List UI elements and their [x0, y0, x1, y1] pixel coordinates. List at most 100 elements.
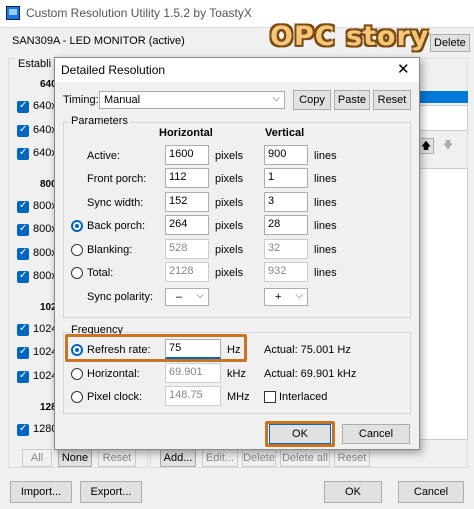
checkbox[interactable] — [17, 223, 29, 236]
h-polarity-value: – — [176, 291, 183, 303]
v-polarity-dropdown[interactable]: + ⌵ — [264, 288, 308, 306]
copy-button[interactable]: Copy — [293, 90, 331, 110]
monitor-selector[interactable]: SAN309A - LED MONITOR (active) — [12, 35, 185, 47]
horizontal-freq-input[interactable]: 69.901 — [165, 363, 221, 383]
v-total-input[interactable]: 932 — [264, 262, 308, 282]
unit-label: kHz — [227, 368, 246, 380]
select-none-button[interactable]: None — [58, 449, 92, 467]
vertical-header: Vertical — [265, 127, 305, 139]
horizontal-header: Horizontal — [159, 127, 213, 139]
pixel-clock-input[interactable]: 148.75 — [165, 386, 221, 406]
total-label: Total: — [87, 267, 114, 279]
horizontal-freq-radio[interactable] — [71, 368, 83, 380]
v-polarity-value: + — [275, 291, 282, 303]
unit-label: pixels — [215, 150, 244, 162]
select-all-button[interactable]: All — [22, 449, 52, 467]
back-porch-label: Back porch: — [87, 220, 146, 232]
h-active-input[interactable]: 1600 — [165, 145, 209, 165]
checkbox[interactable] — [17, 270, 29, 283]
export-button[interactable]: Export... — [80, 481, 142, 503]
h-blanking-input[interactable]: 528 — [165, 239, 209, 259]
interlaced-checkbox[interactable] — [264, 391, 276, 403]
checkbox[interactable] — [17, 346, 29, 359]
unit-label: MHz — [227, 391, 250, 403]
sync-width-label: Sync width: — [87, 197, 144, 209]
interlaced-label: Interlaced — [279, 391, 328, 403]
close-icon[interactable]: ✕ — [397, 60, 410, 78]
chevron-down-icon: ⌵ — [196, 290, 204, 301]
unit-label: pixels — [215, 220, 244, 232]
main-ok-button[interactable]: OK — [324, 481, 382, 503]
horizontal-freq-label: Horizontal: — [87, 368, 140, 380]
active-label: Active: — [87, 150, 121, 162]
checkbox[interactable] — [17, 323, 29, 336]
edit-button[interactable]: Edit... — [202, 449, 238, 467]
delete-monitor-button[interactable]: Delete — [430, 34, 470, 52]
sync-polarity-label: Sync polarity: — [87, 291, 154, 303]
detailed-resolution-dialog: Detailed Resolution ✕ Timing: Manual ⌵ C… — [54, 57, 420, 450]
v-active-input[interactable]: 900 — [264, 145, 308, 165]
dialog-ok-button[interactable]: OK — [269, 424, 331, 444]
reset-right-button[interactable]: Reset — [334, 449, 370, 467]
import-button[interactable]: Import... — [10, 481, 72, 503]
unit-label: Hz — [227, 344, 241, 356]
checkbox[interactable] — [17, 100, 29, 113]
unit-label: lines — [314, 220, 337, 232]
parameters-label: Parameters — [69, 115, 130, 127]
blanking-radio[interactable] — [71, 244, 83, 256]
chevron-down-icon: ⌵ — [272, 93, 280, 104]
refresh-rate-radio[interactable] — [71, 344, 83, 356]
unit-label: lines — [314, 173, 337, 185]
timing-dropdown[interactable]: Manual ⌵ — [99, 91, 285, 109]
list-area-2 — [418, 168, 468, 440]
refresh-rate-label: Refresh rate: — [87, 344, 151, 356]
checkbox[interactable] — [17, 200, 29, 213]
refresh-rate-input[interactable]: 75 — [165, 339, 221, 359]
list-area — [418, 105, 468, 131]
app-icon — [6, 6, 20, 20]
checkbox[interactable] — [17, 147, 29, 160]
timing-label: Timing: — [63, 94, 99, 106]
pixel-clock-radio[interactable] — [71, 391, 83, 403]
unit-label: pixels — [215, 197, 244, 209]
unit-label: lines — [314, 150, 337, 162]
v-sync-width-input[interactable]: 3 — [264, 192, 308, 212]
refresh-actual: Actual: 75.001 Hz — [264, 344, 351, 356]
h-total-input[interactable]: 2128 — [165, 262, 209, 282]
established-group-label: Establi — [16, 58, 54, 70]
v-front-porch-input[interactable]: 1 — [264, 168, 308, 188]
dialog-cancel-button[interactable]: Cancel — [342, 424, 410, 444]
back-porch-radio[interactable] — [71, 220, 83, 232]
delete-button[interactable]: Delete — [242, 449, 276, 467]
watermark: OPC story — [270, 21, 430, 52]
checkbox[interactable] — [17, 423, 29, 436]
main-cancel-button[interactable]: Cancel — [398, 481, 464, 503]
dialog-title: Detailed Resolution — [61, 63, 166, 77]
checkbox[interactable] — [17, 124, 29, 137]
blanking-label: Blanking: — [87, 244, 133, 256]
selected-row-highlight — [418, 91, 468, 103]
v-back-porch-input[interactable]: 28 — [264, 215, 308, 235]
unit-label: pixels — [215, 173, 244, 185]
h-sync-width-input[interactable]: 152 — [165, 192, 209, 212]
add-button[interactable]: Add... — [160, 449, 196, 467]
move-up-button[interactable]: 🡅 — [418, 138, 434, 154]
checkbox[interactable] — [17, 370, 29, 383]
window-title: Custom Resolution Utility 1.5.2 by Toast… — [26, 6, 252, 20]
checkbox[interactable] — [17, 247, 29, 260]
horizontal-freq-actual: Actual: 69.901 kHz — [264, 368, 357, 380]
unit-label: pixels — [215, 244, 244, 256]
reset-button[interactable]: Reset — [373, 90, 411, 110]
timing-value: Manual — [104, 94, 141, 106]
delete-all-button[interactable]: Delete all — [280, 449, 330, 467]
total-radio[interactable] — [71, 267, 83, 279]
h-polarity-dropdown[interactable]: – ⌵ — [165, 288, 209, 306]
paste-button[interactable]: Paste — [334, 90, 370, 110]
unit-label: lines — [314, 267, 337, 279]
h-back-porch-input[interactable]: 264 — [165, 215, 209, 235]
move-down-button[interactable]: 🡇 — [440, 138, 456, 154]
h-front-porch-input[interactable]: 112 — [165, 168, 209, 188]
front-porch-label: Front porch: — [87, 173, 147, 185]
v-blanking-input[interactable]: 32 — [264, 239, 308, 259]
reset-left-button[interactable]: Reset — [98, 449, 136, 467]
